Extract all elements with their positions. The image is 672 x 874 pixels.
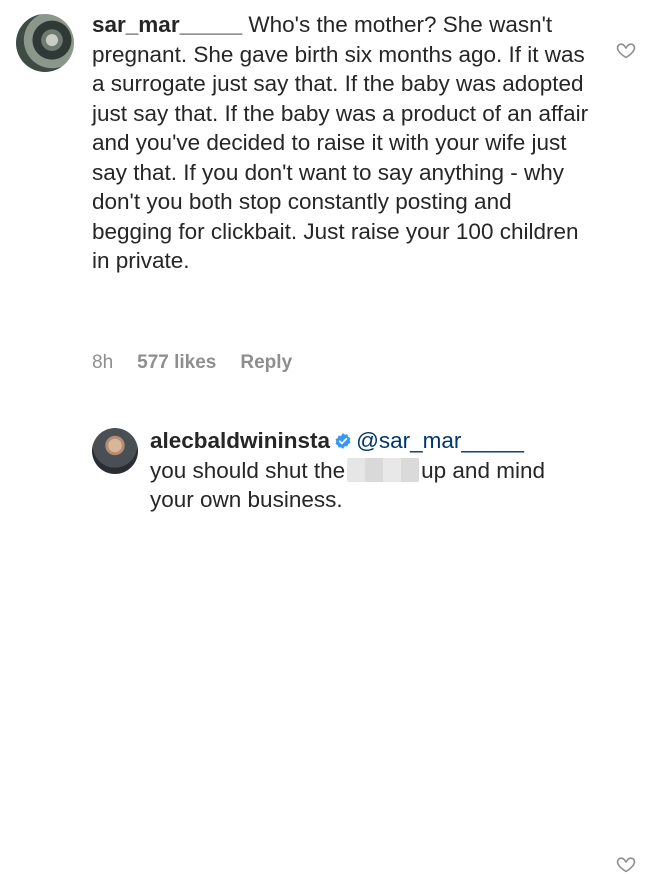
comment-text: Who's the mother? She wasn't pregnant. S… xyxy=(92,12,589,273)
avatar[interactable] xyxy=(16,14,74,72)
comment-alecbaldwininsta: alecbaldwininsta @sar_mar_____ you should… xyxy=(0,400,672,873)
avatar[interactable] xyxy=(92,428,138,474)
comment-time: 8h xyxy=(92,352,114,373)
verified-badge-icon xyxy=(335,433,351,449)
comment-username[interactable]: alecbaldwininsta xyxy=(150,428,330,453)
comment-username[interactable]: sar_mar_____ xyxy=(92,12,242,37)
heart-outline-icon[interactable] xyxy=(616,854,636,874)
mention-link[interactable]: @sar_mar_____ xyxy=(356,428,524,453)
comment-sar-mar: sar_mar_____ Who's the mother? She wasn'… xyxy=(0,0,672,400)
comment-body: alecbaldwininsta @sar_mar_____ you should… xyxy=(150,426,590,515)
heart-outline-icon[interactable] xyxy=(616,40,636,60)
comment-likes[interactable]: 577 likes xyxy=(137,352,216,374)
redacted-word xyxy=(347,457,420,482)
comment-text-before: you should shut the xyxy=(150,457,346,483)
comment-body: sar_mar_____ Who's the mother? She wasn'… xyxy=(92,10,592,276)
reply-button[interactable]: Reply xyxy=(240,352,292,374)
comment-meta: 8h 577 likes Reply xyxy=(92,352,292,374)
